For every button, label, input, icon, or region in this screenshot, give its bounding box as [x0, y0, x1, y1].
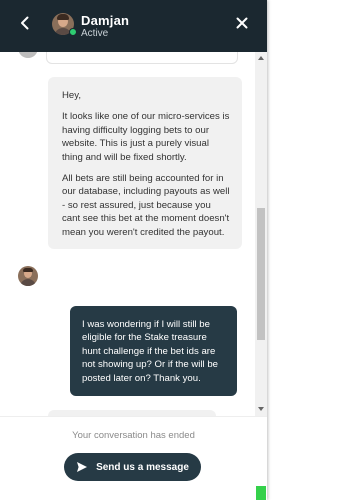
conversation-ended-text: Your conversation has ended — [72, 430, 195, 441]
message-list[interactable]: Hey, It looks like one of our micro-serv… — [0, 52, 267, 416]
chat-footer: Your conversation has ended Send us a me… — [0, 416, 267, 500]
back-button[interactable] — [14, 14, 36, 36]
agent-message-bubble: Hey, It looks like one of our micro-serv… — [48, 77, 242, 250]
scrollbar[interactable] — [255, 52, 267, 416]
online-status-dot — [69, 28, 77, 36]
send-icon — [76, 461, 88, 473]
chevron-left-icon — [20, 16, 30, 35]
chat-header: Damjan Active — [0, 0, 267, 52]
message-paragraph: Hey, — [62, 90, 82, 101]
chat-widget: Damjan Active Hey, It looks like one of … — [0, 0, 267, 500]
close-button[interactable] — [233, 16, 251, 34]
message-paragraph: All bets are still being accounted for i… — [62, 173, 230, 238]
close-icon — [236, 16, 248, 34]
send-message-button[interactable]: Send us a message — [64, 453, 201, 481]
launcher-edge — [256, 486, 266, 500]
send-message-label: Send us a message — [96, 461, 189, 473]
scrollbar-thumb[interactable] — [257, 208, 265, 340]
avatar — [18, 52, 38, 58]
user-message-bubble: I was wondering if I will still be eligi… — [70, 306, 237, 397]
scroll-down-arrow-icon[interactable] — [258, 407, 264, 411]
message-paragraph: It looks like one of our micro-services … — [62, 111, 230, 163]
agent-name: Damjan — [81, 13, 130, 28]
message-bubble-partial — [46, 52, 238, 64]
agent-avatar — [18, 266, 38, 286]
scroll-up-arrow-icon[interactable] — [258, 56, 264, 60]
agent-status: Active — [81, 28, 109, 39]
